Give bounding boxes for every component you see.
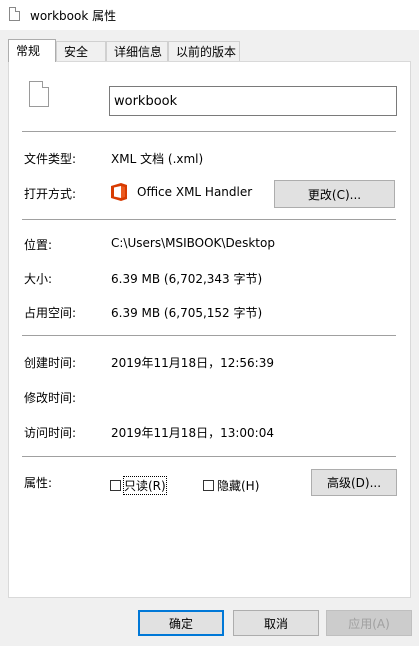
cancel-button[interactable]: 取消 — [233, 610, 319, 636]
tab-previous-versions[interactable]: 以前的版本 — [168, 41, 240, 61]
open-with-label: 打开方式: — [24, 187, 77, 201]
tab-security[interactable]: 安全 — [56, 41, 106, 61]
size-on-disk-label: 占用空间: — [24, 306, 77, 320]
size-value: 6.39 MB (6,702,343 字节) — [111, 272, 263, 286]
file-type-label: 文件类型: — [24, 152, 77, 166]
readonly-checkbox-label: 只读(R) — [123, 476, 167, 495]
readonly-checkbox[interactable]: 只读(R) — [110, 476, 167, 495]
created-label: 创建时间: — [24, 356, 77, 370]
separator — [22, 456, 396, 457]
modified-label: 修改时间: — [24, 391, 77, 405]
open-with-value: Office XML Handler — [137, 185, 253, 199]
hidden-checkbox-label: 隐藏(H) — [217, 479, 260, 493]
attributes-label: 属性: — [24, 476, 53, 490]
location-value: C:\Users\MSIBOOK\Desktop — [111, 236, 275, 250]
file-icon — [29, 81, 49, 107]
accessed-value: 2019年11月18日，13:00:04 — [111, 426, 274, 440]
size-label: 大小: — [24, 272, 53, 286]
accessed-label: 访问时间: — [24, 426, 77, 440]
hidden-checkbox[interactable]: 隐藏(H) — [203, 477, 259, 494]
change-button[interactable]: 更改(C)... — [274, 180, 395, 208]
separator — [22, 131, 396, 132]
general-panel — [8, 61, 411, 598]
ok-button[interactable]: 确定 — [138, 610, 224, 636]
location-label: 位置: — [24, 238, 53, 252]
separator — [22, 219, 396, 220]
size-on-disk-value: 6.39 MB (6,705,152 字节) — [111, 306, 263, 320]
created-value: 2019年11月18日，12:56:39 — [111, 356, 274, 370]
document-icon — [9, 7, 20, 21]
file-type-value: XML 文档 (.xml) — [111, 152, 204, 166]
apply-button[interactable]: 应用(A) — [326, 610, 412, 636]
advanced-button[interactable]: 高级(D)... — [311, 469, 397, 496]
separator — [22, 335, 396, 336]
tab-details[interactable]: 详细信息 — [106, 41, 168, 61]
office-logo-icon — [111, 183, 127, 201]
window-title: workbook 属性 — [30, 9, 117, 23]
file-name-input[interactable] — [109, 86, 397, 116]
title-bar: workbook 属性 — [0, 0, 419, 30]
readonly-checkbox-box[interactable] — [110, 480, 121, 491]
hidden-checkbox-box[interactable] — [203, 480, 214, 491]
tab-general[interactable]: 常规 — [8, 39, 56, 62]
